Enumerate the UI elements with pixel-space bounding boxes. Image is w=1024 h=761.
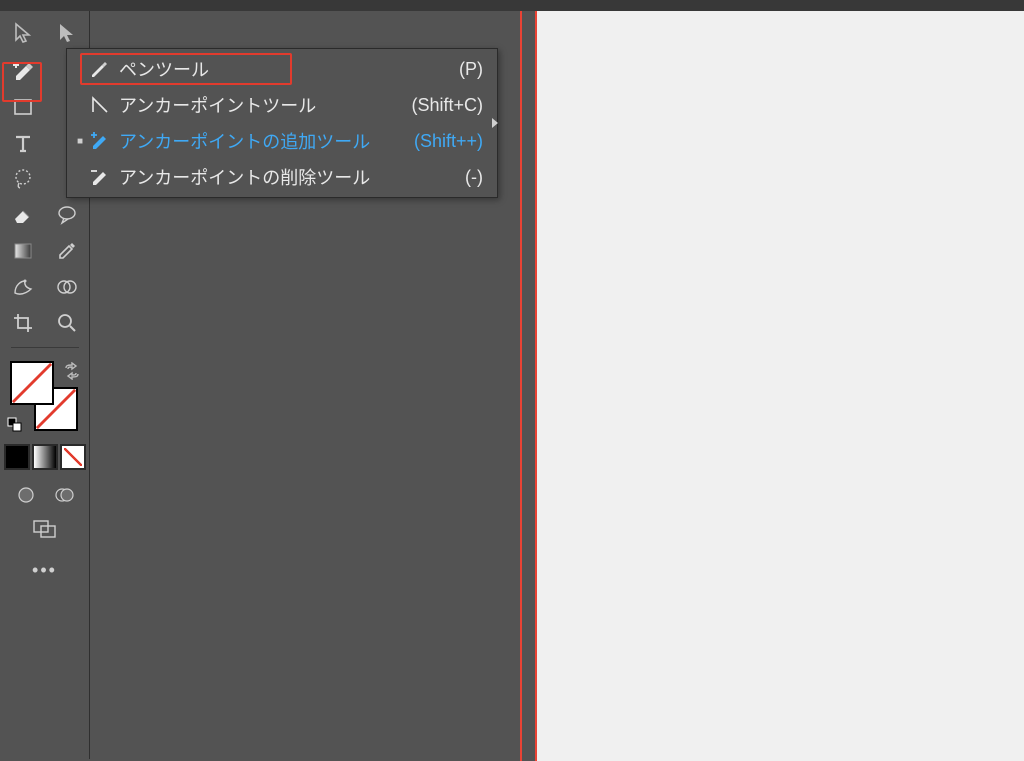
add-anchor-pen-icon: [10, 58, 36, 84]
draw-behind-button[interactable]: [50, 481, 78, 509]
flyout-item-add-anchor[interactable]: ■ アンカーポイントの追加ツール (Shift++): [67, 123, 497, 159]
color-mode-none[interactable]: [60, 444, 86, 470]
rectangle-tool-icon: [12, 96, 34, 118]
window-top-bar: [0, 0, 1024, 11]
swap-fill-stroke-icon[interactable]: [63, 362, 81, 385]
eyedropper-tool-icon: [55, 239, 79, 263]
color-mode-gradient[interactable]: [32, 444, 58, 470]
pen-minus-icon: [87, 166, 113, 188]
crop-tool-icon: [11, 311, 35, 335]
none-slash-icon: [11, 362, 53, 404]
flyout-item-anchor-point[interactable]: アンカーポイントツール (Shift+C): [67, 87, 497, 123]
flyout-shortcut: (Shift++): [414, 131, 483, 152]
lasso-tool-icon: [11, 167, 35, 191]
zoom-tool-icon: [55, 311, 79, 335]
flyout-shortcut: (P): [459, 59, 483, 80]
tool-row-1: [1, 13, 89, 53]
perspective-warp-tool-icon: [11, 275, 35, 299]
screen-mode-icon: [32, 518, 58, 540]
tool-row-9: [1, 305, 89, 341]
gradient-tool[interactable]: [6, 234, 40, 268]
flyout-shortcut: (Shift+C): [411, 95, 483, 116]
color-mode-solid[interactable]: [4, 444, 30, 470]
type-tool-icon: [12, 132, 34, 154]
fill-swatch[interactable]: [10, 361, 54, 405]
add-anchor-pen-tool[interactable]: [6, 54, 40, 88]
pen-tool-flyout: ペンツール (P) アンカーポイントツール (Shift+C) ■ アンカーポイ…: [66, 48, 498, 198]
gradient-tool-icon: [12, 240, 34, 262]
tool-row-7: [1, 233, 89, 269]
direct-selection-tool-icon: [56, 22, 78, 44]
zoom-tool[interactable]: [50, 306, 84, 340]
flyout-label: ペンツール: [119, 56, 209, 82]
default-fill-stroke-icon[interactable]: [7, 417, 23, 438]
eraser-tool-icon: [11, 203, 35, 227]
draw-behind-icon: [53, 484, 75, 506]
draw-normal-icon: [15, 484, 37, 506]
eraser-tool[interactable]: [6, 198, 40, 232]
flyout-item-pen[interactable]: ペンツール (P): [67, 51, 497, 87]
speech-balloon-tool-icon: [55, 203, 79, 227]
screen-mode-button[interactable]: [28, 512, 62, 546]
direct-selection-tool[interactable]: [50, 16, 84, 50]
eyedropper-tool[interactable]: [50, 234, 84, 268]
flyout-shortcut: (-): [465, 167, 483, 188]
crop-tool[interactable]: [6, 306, 40, 340]
screen-mode-row: [0, 512, 89, 546]
selection-tool-icon: [12, 22, 34, 44]
angle-icon: [87, 95, 113, 115]
flyout-label: アンカーポイントツール: [119, 92, 316, 118]
edit-tools-button[interactable]: •••: [0, 560, 89, 581]
pen-icon: [87, 59, 113, 79]
shape-builder-tool-icon: [55, 275, 79, 299]
flyout-current-marker: ■: [73, 136, 87, 147]
fill-stroke-swatches[interactable]: [5, 360, 85, 440]
tool-row-6: [1, 197, 89, 233]
toolbox-divider: [11, 347, 79, 348]
pen-plus-icon: [87, 130, 113, 152]
flyout-item-delete-anchor[interactable]: アンカーポイントの削除ツール (-): [67, 159, 497, 195]
speech-balloon-tool[interactable]: [50, 198, 84, 232]
shape-builder-tool[interactable]: [50, 270, 84, 304]
rectangle-tool[interactable]: [6, 90, 40, 124]
perspective-warp-tool[interactable]: [6, 270, 40, 304]
color-mode-row: [0, 444, 89, 470]
type-tool[interactable]: [6, 126, 40, 160]
draw-normal-button[interactable]: [12, 481, 40, 509]
flyout-label: アンカーポイントの追加ツール: [119, 128, 370, 154]
tool-row-8: [1, 269, 89, 305]
flyout-label: アンカーポイントの削除ツール: [119, 164, 370, 190]
artboard-canvas[interactable]: [537, 11, 1024, 761]
selection-tool[interactable]: [6, 16, 40, 50]
draw-mode-row: [0, 478, 89, 512]
lasso-tool[interactable]: [6, 162, 40, 196]
guide-line-1: [520, 11, 522, 761]
